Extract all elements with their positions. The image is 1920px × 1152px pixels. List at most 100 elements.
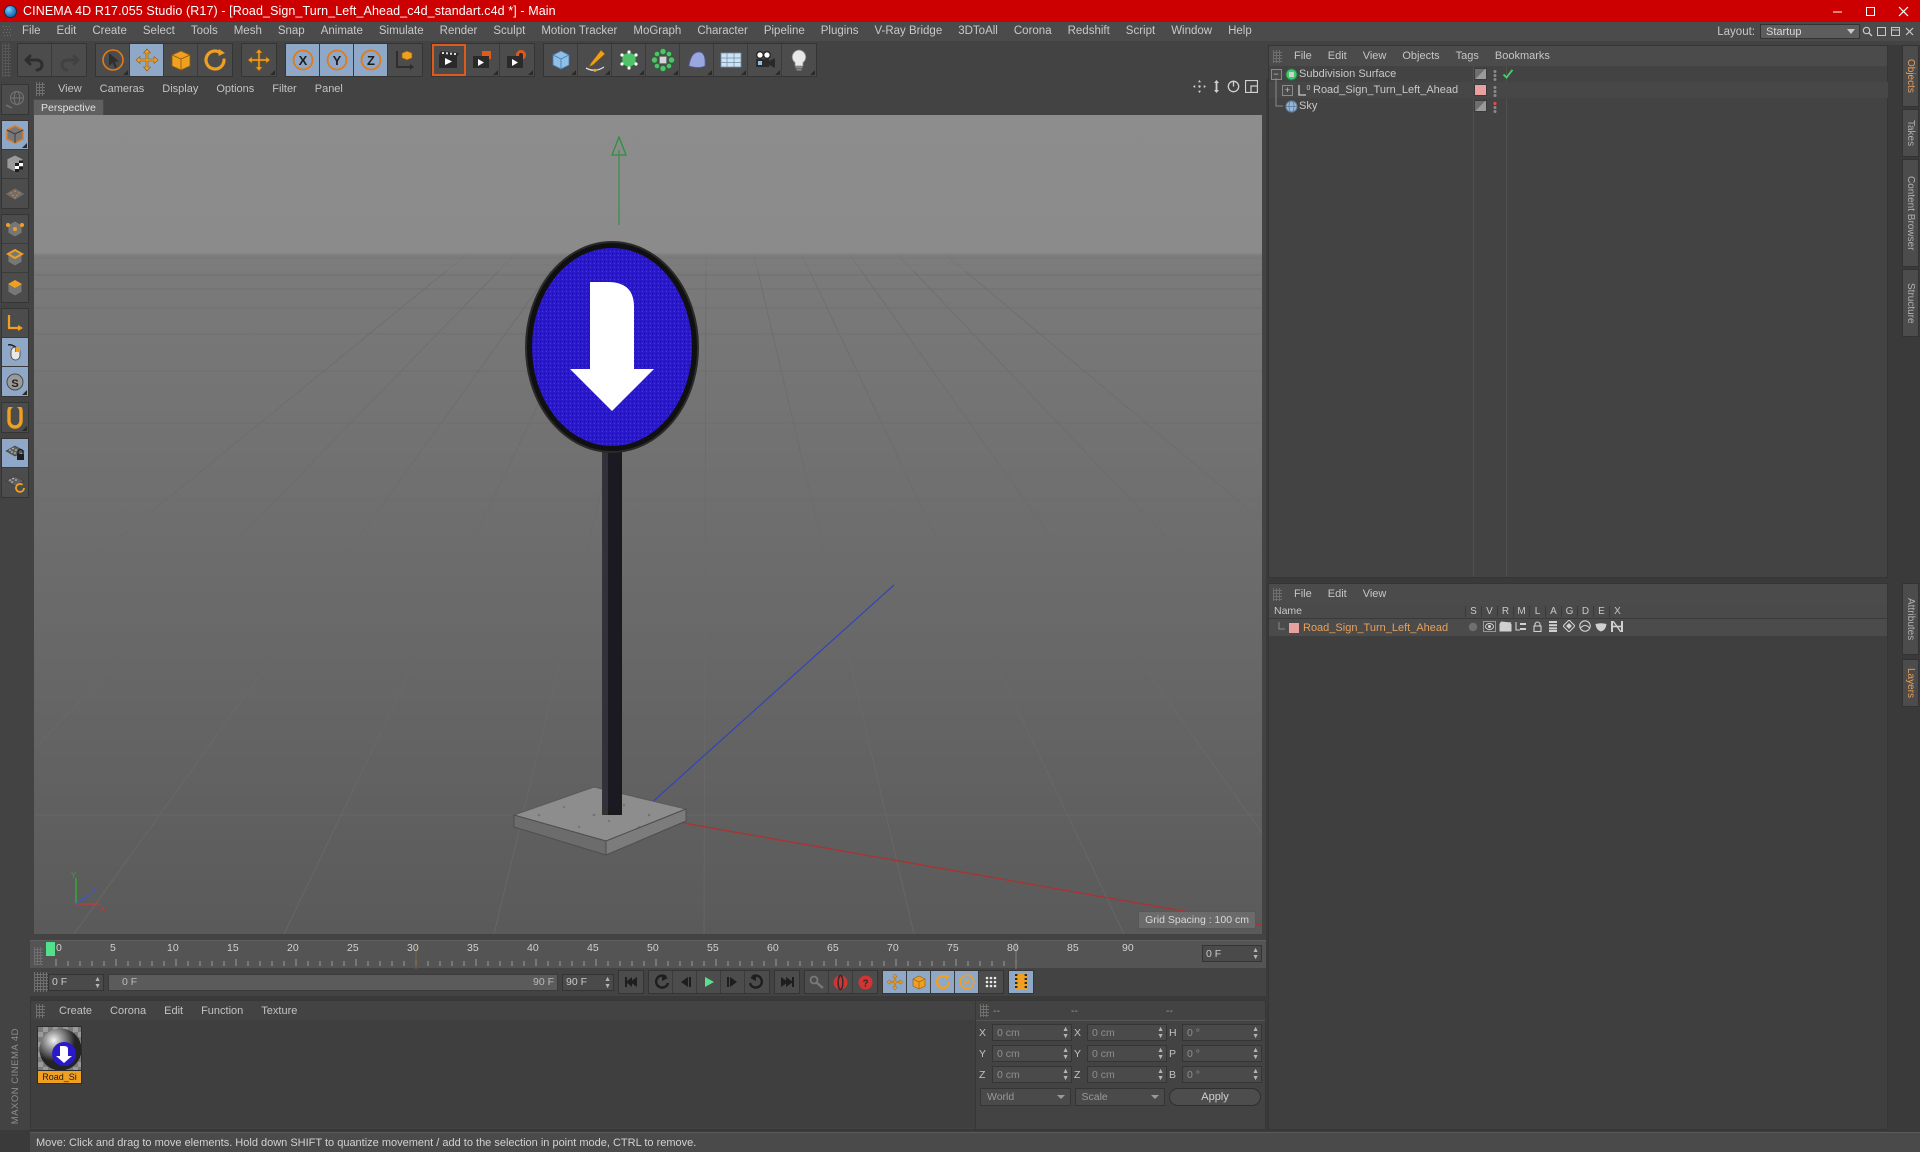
rotation-b-field[interactable]: 0 ° ▲ ▼ bbox=[1182, 1066, 1262, 1083]
viewport-menu-cameras[interactable]: Cameras bbox=[91, 83, 154, 95]
viewport-menu-display[interactable]: Display bbox=[153, 83, 207, 95]
material-menu-edit[interactable]: Edit bbox=[155, 1005, 192, 1017]
pan-view-icon[interactable] bbox=[1193, 80, 1206, 98]
key-pla-button[interactable] bbox=[979, 971, 1003, 993]
autokeying-button[interactable] bbox=[805, 971, 829, 993]
layer-animation-toggle[interactable] bbox=[1545, 619, 1561, 637]
edges-mode-button[interactable] bbox=[2, 244, 28, 273]
spinner-icon[interactable]: ▲ ▼ bbox=[1157, 1026, 1164, 1040]
spinner-icon[interactable]: ▲ ▼ bbox=[1252, 1026, 1259, 1040]
object-menu-objects[interactable]: Objects bbox=[1394, 50, 1447, 62]
last-tool-button[interactable] bbox=[242, 44, 276, 76]
go-to-next-key-button[interactable] bbox=[745, 971, 769, 993]
viewport-menu-filter[interactable]: Filter bbox=[263, 83, 305, 95]
size-z-field[interactable]: 0 cm ▲ ▼ bbox=[1087, 1066, 1167, 1083]
keyframe-selection-button[interactable]: ? bbox=[853, 971, 877, 993]
rotation-h-field[interactable]: 0 ° ▲ ▼ bbox=[1182, 1024, 1262, 1041]
minimize-button[interactable] bbox=[1821, 0, 1854, 22]
tab-structure[interactable]: Structure bbox=[1902, 269, 1919, 337]
menu-item-create[interactable]: Create bbox=[84, 22, 135, 41]
menu-item-window[interactable]: Window bbox=[1163, 22, 1220, 41]
rotate-view-icon[interactable] bbox=[1227, 80, 1240, 98]
menu-item-mograph[interactable]: MoGraph bbox=[625, 22, 689, 41]
lock-x-axis-button[interactable]: X bbox=[286, 44, 320, 76]
preview-end-field[interactable]: 0 F ▲ ▼ bbox=[1202, 945, 1262, 962]
layer-xref-toggle[interactable] bbox=[1609, 619, 1625, 637]
menu-item-vray-bridge[interactable]: V-Ray Bridge bbox=[866, 22, 950, 41]
render-settings-button[interactable] bbox=[500, 44, 534, 76]
live-selection-tool-button[interactable] bbox=[96, 44, 130, 76]
magnet-tool-button[interactable] bbox=[2, 403, 28, 432]
viewport-menu-options[interactable]: Options bbox=[207, 83, 263, 95]
object-menu-bookmarks[interactable]: Bookmarks bbox=[1487, 50, 1558, 62]
panel-restore-icon[interactable] bbox=[1874, 22, 1888, 41]
panel-close-icon[interactable] bbox=[1902, 22, 1916, 41]
material-menu-create[interactable]: Create bbox=[50, 1005, 101, 1017]
size-y-field[interactable]: 0 cm ▲ ▼ bbox=[1087, 1045, 1167, 1062]
light-button[interactable] bbox=[782, 44, 816, 76]
spinner-icon[interactable]: ▲ ▼ bbox=[1252, 947, 1259, 961]
primitive-cube-button[interactable] bbox=[544, 44, 578, 76]
layer-color-swatch[interactable] bbox=[1289, 622, 1299, 633]
layer-column-s[interactable]: S bbox=[1465, 605, 1481, 617]
viewport-3d-canvas[interactable]: Grid Spacing : 100 cm Y X Z bbox=[34, 115, 1262, 934]
end-frame-field[interactable]: 90 F ▲ ▼ bbox=[562, 973, 614, 991]
menu-item-sculpt[interactable]: Sculpt bbox=[485, 22, 533, 41]
object-visibility-dots-icon[interactable] bbox=[1474, 100, 1487, 112]
move-tool-button[interactable] bbox=[130, 44, 164, 76]
nurbs-generator-button[interactable] bbox=[612, 44, 646, 76]
tab-content-browser[interactable]: Content Browser bbox=[1902, 159, 1919, 267]
model-mode-button[interactable] bbox=[2, 121, 28, 150]
material-manager-body[interactable]: Road_Si bbox=[31, 1020, 989, 1128]
render-view-button[interactable] bbox=[432, 44, 466, 76]
layer-column-l[interactable]: L bbox=[1529, 605, 1545, 617]
rotate-tool-button[interactable] bbox=[198, 44, 232, 76]
menu-item-tools[interactable]: Tools bbox=[183, 22, 226, 41]
menu-item-character[interactable]: Character bbox=[689, 22, 756, 41]
material-item[interactable]: Road_Si bbox=[37, 1026, 82, 1084]
menu-item-help[interactable]: Help bbox=[1220, 22, 1260, 41]
mograph-cloner-button[interactable] bbox=[646, 44, 680, 76]
workplane-button[interactable] bbox=[2, 179, 28, 208]
material-menu-function[interactable]: Function bbox=[192, 1005, 252, 1017]
menu-item-edit[interactable]: Edit bbox=[49, 22, 85, 41]
redo-button[interactable] bbox=[52, 44, 86, 76]
position-x-field[interactable]: 0 cm ▲ ▼ bbox=[992, 1024, 1072, 1041]
step-back-button[interactable] bbox=[673, 971, 697, 993]
object-menu-view[interactable]: View bbox=[1355, 50, 1395, 62]
spinner-icon[interactable]: ▲ ▼ bbox=[1157, 1047, 1164, 1061]
animation-mode-button[interactable] bbox=[1009, 971, 1033, 993]
layer-column-r[interactable]: R bbox=[1497, 605, 1513, 617]
maximize-button[interactable] bbox=[1854, 0, 1887, 22]
spinner-icon[interactable]: ▲ ▼ bbox=[1062, 1047, 1069, 1061]
menu-item-select[interactable]: Select bbox=[135, 22, 183, 41]
render-region-button[interactable] bbox=[466, 44, 500, 76]
size-x-field[interactable]: 0 cm ▲ ▼ bbox=[1087, 1024, 1167, 1041]
go-to-previous-key-button[interactable] bbox=[649, 971, 673, 993]
play-button[interactable] bbox=[697, 971, 721, 993]
material-menu-texture[interactable]: Texture bbox=[252, 1005, 306, 1017]
object-row-subdivision-surface[interactable]: − Subdivision Surface bbox=[1269, 66, 1889, 82]
enable-snap-mouse-button[interactable] bbox=[2, 338, 28, 367]
world-object-coordinates-button[interactable] bbox=[388, 44, 422, 76]
object-menu-file[interactable]: File bbox=[1286, 50, 1320, 62]
object-row-sky[interactable]: Sky bbox=[1269, 98, 1889, 114]
close-button[interactable] bbox=[1887, 0, 1920, 22]
zoom-view-icon[interactable] bbox=[1211, 80, 1222, 98]
viewport-tab-perspective[interactable]: Perspective bbox=[33, 99, 104, 115]
lock-y-axis-button[interactable]: Y bbox=[320, 44, 354, 76]
spline-pen-button[interactable] bbox=[578, 44, 612, 76]
undo-view-button[interactable] bbox=[2, 85, 28, 114]
spinner-icon[interactable]: ▲ ▼ bbox=[94, 976, 101, 990]
coordinate-system-dropdown[interactable]: World bbox=[980, 1088, 1071, 1106]
layer-menu-edit[interactable]: Edit bbox=[1320, 588, 1355, 600]
scene-grid-button[interactable] bbox=[714, 44, 748, 76]
rotation-p-field[interactable]: 0 ° ▲ ▼ bbox=[1182, 1045, 1262, 1062]
layer-column-d[interactable]: D bbox=[1577, 605, 1593, 617]
soft-selection-button[interactable]: S bbox=[2, 367, 28, 396]
spinner-icon[interactable]: ▲ ▼ bbox=[1062, 1026, 1069, 1040]
tab-objects[interactable]: Objects bbox=[1902, 45, 1919, 107]
menu-item-pipeline[interactable]: Pipeline bbox=[756, 22, 813, 41]
search-icon[interactable] bbox=[1860, 22, 1874, 41]
key-rotation-button[interactable] bbox=[931, 971, 955, 993]
